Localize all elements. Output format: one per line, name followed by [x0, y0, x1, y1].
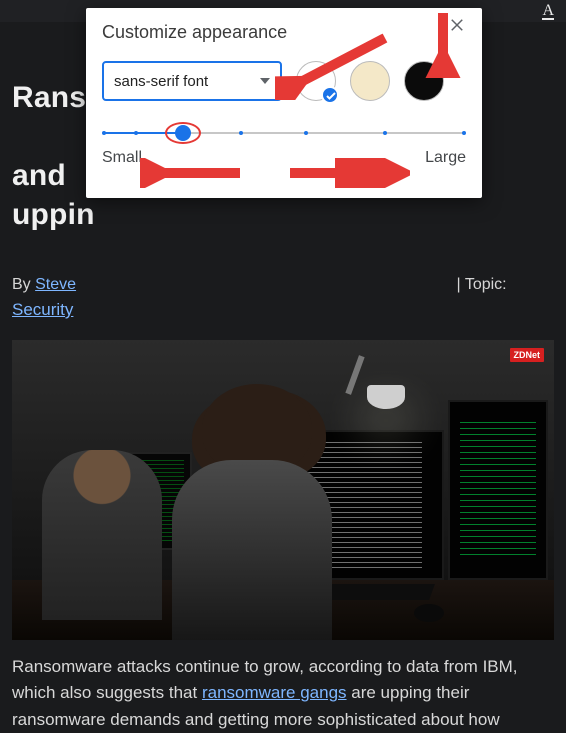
slider-tick: [239, 131, 243, 135]
check-icon: [321, 86, 339, 104]
topic-link[interactable]: Security: [12, 300, 73, 320]
theme-dark[interactable]: [404, 61, 444, 101]
font-select-value: sans-serif font: [114, 73, 208, 90]
slider-label-large: Large: [425, 149, 466, 167]
theme-sepia[interactable]: [350, 61, 390, 101]
slider-labels: Small Large: [102, 149, 466, 167]
font-theme-row: sans-serif font: [102, 61, 466, 101]
slider-tick: [383, 131, 387, 135]
text-size-slider[interactable]: [104, 123, 464, 143]
headline-fragment-3: uppin: [12, 198, 95, 231]
slider-tick: [462, 131, 466, 135]
hero-image: ZDNet: [12, 340, 554, 640]
theme-light[interactable]: [296, 61, 336, 101]
author-link[interactable]: Steve: [35, 276, 76, 293]
byline: By Steve xxxxxxxxxxxxxxxxxxxxxxxxxxxxxxx…: [12, 276, 554, 294]
slider-thumb[interactable]: [175, 125, 191, 141]
reader-mode-icon[interactable]: A: [542, 4, 554, 20]
source-logo: ZDNet: [510, 348, 545, 362]
headline-fragment-2: and: [12, 159, 66, 192]
slider-tick: [134, 131, 138, 135]
slider-tick: [102, 131, 106, 135]
article-body: Ransomware attacks continue to grow, acc…: [12, 654, 554, 733]
body-link[interactable]: ransomware gangs: [202, 683, 347, 702]
slider-fill: [104, 132, 183, 134]
topic-label: Topic:: [461, 276, 507, 293]
slider-tick: [304, 131, 308, 135]
headline-fragment-1: Rans: [12, 81, 86, 114]
byline-prefix: By: [12, 276, 35, 293]
popup-title: Customize appearance: [102, 22, 466, 43]
close-icon: [448, 16, 466, 34]
font-select[interactable]: sans-serif font: [102, 61, 282, 101]
customize-appearance-popup: Customize appearance sans-serif font Sma…: [86, 8, 482, 198]
close-button[interactable]: [448, 16, 472, 40]
chevron-down-icon: [260, 78, 270, 84]
slider-label-small: Small: [102, 149, 142, 167]
